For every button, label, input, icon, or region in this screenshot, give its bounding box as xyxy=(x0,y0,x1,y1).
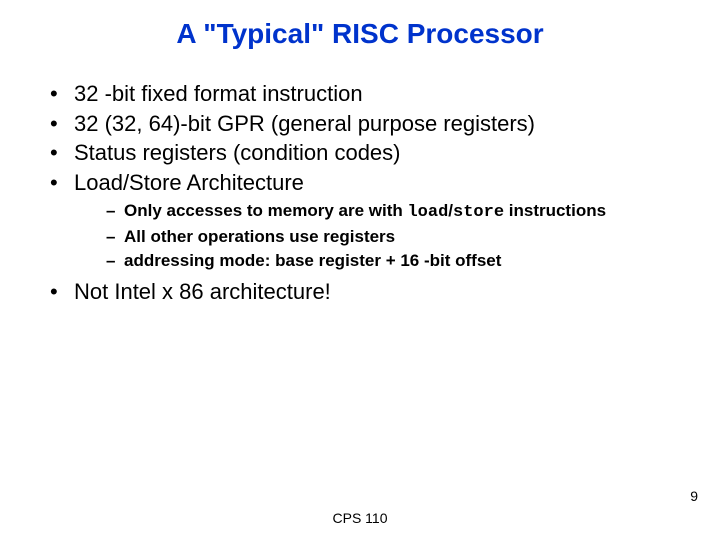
bullet-item: Status registers (condition codes) xyxy=(50,139,680,167)
bullet-text: Load/Store Architecture xyxy=(74,170,304,195)
sub-bullet-list: Only accesses to memory are with load/st… xyxy=(74,200,680,272)
bullet-item: 32 -bit fixed format instruction xyxy=(50,80,680,108)
sub-bullet-item: All other operations use registers xyxy=(106,226,680,248)
code-text: load xyxy=(407,203,448,222)
bullet-item: Not Intel x 86 architecture! xyxy=(50,278,680,306)
sub-bullet-item: addressing mode: base register + 16 -bit… xyxy=(106,250,680,272)
slide-title: A "Typical" RISC Processor xyxy=(0,0,720,80)
code-text: store xyxy=(453,203,504,222)
slide: A "Typical" RISC Processor 32 -bit fixed… xyxy=(0,0,720,540)
footer-label: CPS 110 xyxy=(0,510,720,526)
bullet-item: 32 (32, 64)-bit GPR (general purpose reg… xyxy=(50,110,680,138)
page-number: 9 xyxy=(690,488,698,504)
sub-bullet-item: Only accesses to memory are with load/st… xyxy=(106,200,680,224)
slide-content: 32 -bit fixed format instruction 32 (32,… xyxy=(0,80,720,306)
sub-text: instructions xyxy=(504,201,606,220)
bullet-list: 32 -bit fixed format instruction 32 (32,… xyxy=(50,80,680,306)
sub-text: Only accesses to memory are with xyxy=(124,201,407,220)
bullet-item: Load/Store Architecture Only accesses to… xyxy=(50,169,680,273)
